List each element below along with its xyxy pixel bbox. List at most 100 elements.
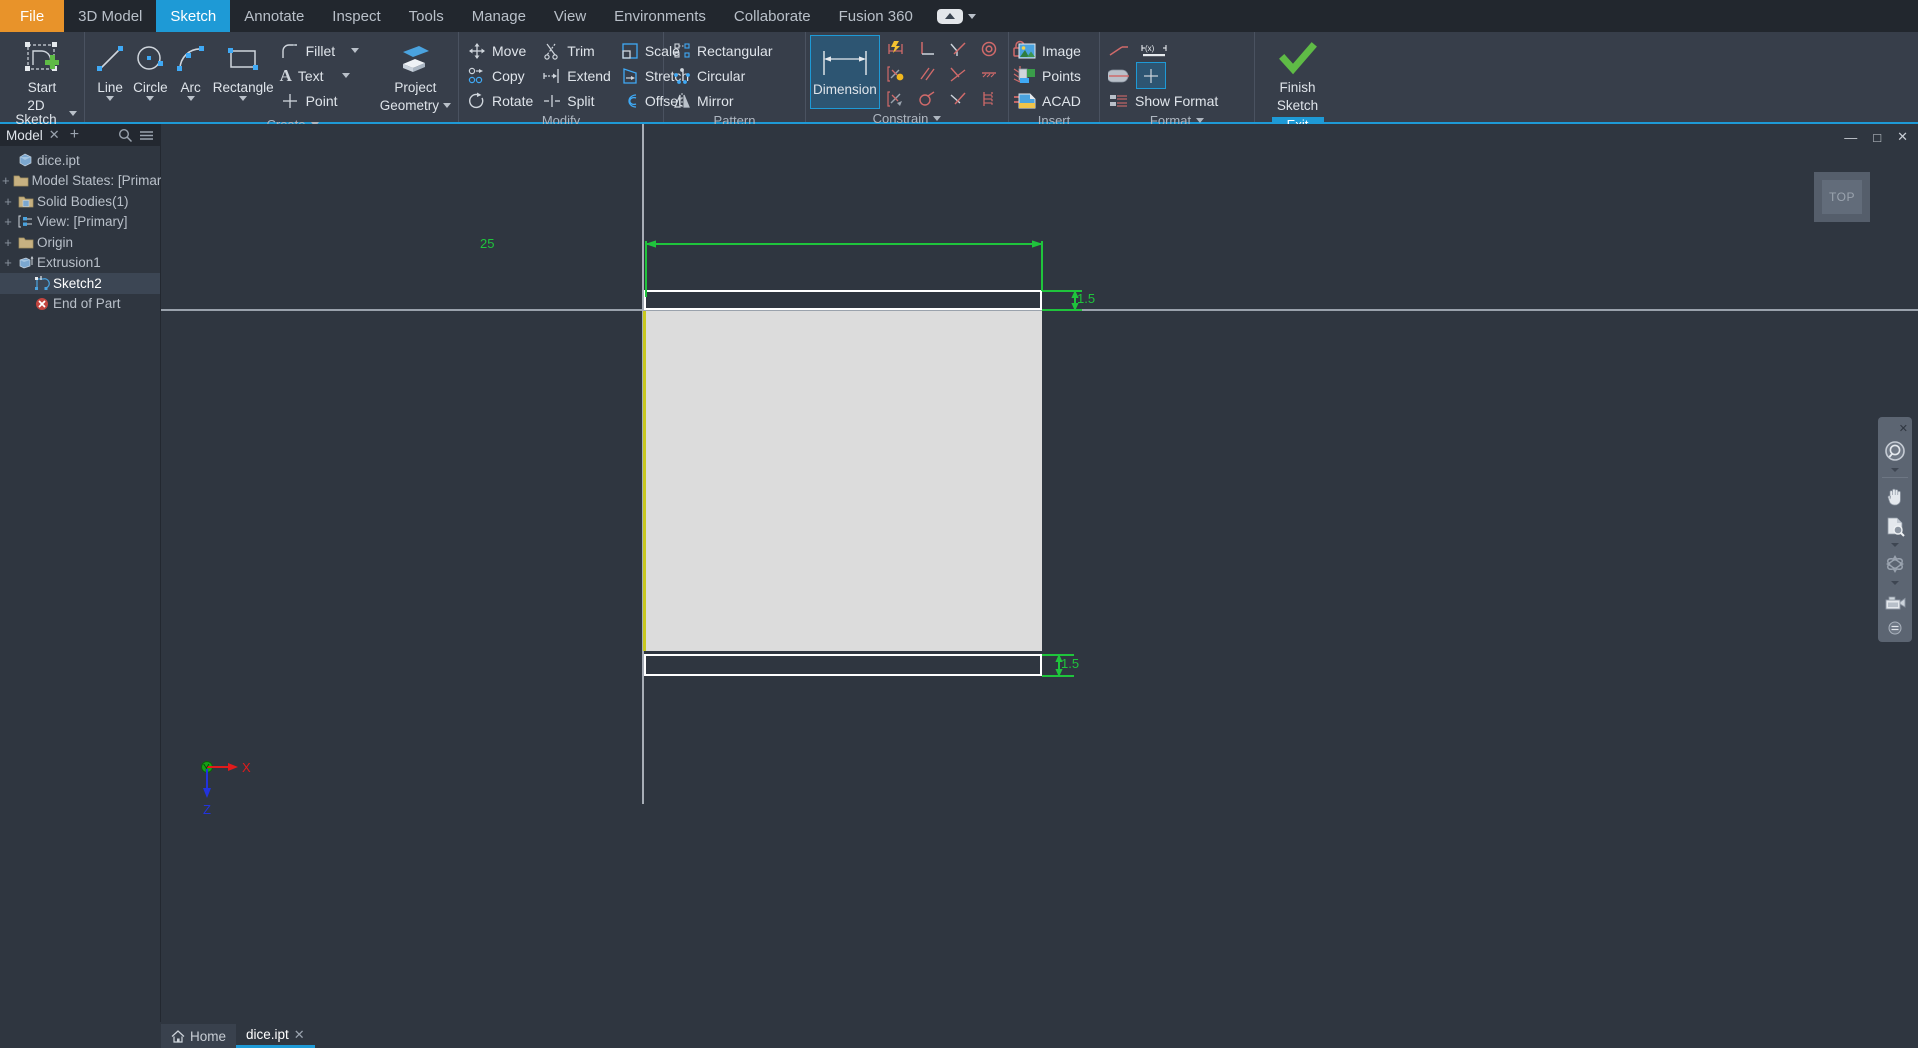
navbar-close-icon[interactable]: ✕ — [1899, 422, 1908, 435]
document-tab-home[interactable]: Home — [161, 1024, 237, 1048]
menu-item-collaborate[interactable]: Collaborate — [720, 0, 825, 32]
view-cube[interactable]: TOP — [1814, 172, 1870, 222]
trim-tool-button[interactable]: Trim — [539, 38, 617, 63]
chevron-down-icon[interactable] — [351, 48, 360, 53]
close-icon[interactable]: ✕ — [1893, 128, 1912, 146]
tree-item-model-states[interactable]: + Model States: [Primary] — [0, 171, 172, 192]
tangent-constraint-icon[interactable] — [944, 36, 972, 61]
arc-tool-button[interactable]: Arc — [171, 36, 211, 105]
menu-item-sketch[interactable]: Sketch — [156, 0, 231, 32]
fillet-tool-button[interactable]: Fillet — [276, 38, 366, 63]
camera-icon[interactable] — [1881, 588, 1909, 616]
tree-item-extrusion1[interactable]: + Extrusion1 — [0, 253, 160, 274]
equal-radius-icon[interactable] — [913, 86, 941, 111]
vertical-dimension-bottom-value[interactable]: 1.5 — [1061, 657, 1079, 671]
text-tool-button[interactable]: A Text — [276, 63, 366, 88]
concentric-constraint-icon[interactable] — [975, 36, 1003, 61]
dimension-tool-button[interactable]: Dimension — [810, 35, 880, 109]
constraint-settings-icon[interactable] — [882, 86, 910, 111]
chevron-down-icon[interactable] — [146, 95, 155, 101]
insert-acad-button[interactable]: ACAD — [1014, 88, 1087, 113]
driven-dimension-icon[interactable]: (x) — [1137, 38, 1173, 63]
sketch-rectangle-bottom[interactable] — [644, 654, 1042, 676]
zoom-window-icon[interactable] — [1881, 512, 1909, 540]
collinear-constraint-icon[interactable] — [975, 61, 1003, 86]
minimize-icon[interactable]: — — [1840, 129, 1861, 146]
close-icon[interactable]: ✕ — [294, 1027, 305, 1043]
menu-item-view[interactable]: View — [540, 0, 600, 32]
expander-plus-icon[interactable]: + — [2, 194, 14, 209]
expander-plus-icon[interactable]: + — [2, 255, 14, 270]
expander-plus-icon[interactable]: + — [2, 214, 14, 229]
insert-points-button[interactable]: Points — [1014, 63, 1087, 88]
expander-plus-icon[interactable]: + — [2, 173, 10, 188]
vertical-constraint-icon[interactable] — [944, 86, 972, 111]
menu-item-fusion-360[interactable]: Fusion 360 — [825, 0, 927, 32]
show-constraints-icon[interactable] — [882, 61, 910, 86]
split-tool-button[interactable]: Split — [539, 88, 617, 113]
tree-item-sketch2[interactable]: Sketch2 — [0, 273, 160, 294]
tree-item-origin[interactable]: + Origin — [0, 232, 160, 253]
rectangle-tool-button[interactable]: Rectangle — [211, 36, 276, 105]
chevron-down-icon[interactable] — [1891, 581, 1899, 585]
orbit-icon[interactable] — [1881, 550, 1909, 578]
chevron-down-icon[interactable] — [106, 95, 115, 101]
chevron-down-icon[interactable] — [186, 95, 195, 101]
tree-item-end-of-part[interactable]: End of Part — [0, 294, 160, 315]
show-format-button[interactable]: Show Format — [1105, 88, 1224, 113]
point-tool-button[interactable]: Point — [276, 88, 366, 113]
project-geometry-button[interactable]: Project Geometry — [378, 36, 453, 117]
zoom-icon[interactable] — [1881, 437, 1909, 465]
sketch-rectangle-top[interactable] — [644, 290, 1042, 310]
menu-item-inspect[interactable]: Inspect — [318, 0, 394, 32]
menu-item-3d-model[interactable]: 3D Model — [64, 0, 156, 32]
chevron-down-icon[interactable] — [443, 103, 452, 109]
menu-item-tools[interactable]: Tools — [395, 0, 458, 32]
chevron-down-icon[interactable] — [1891, 543, 1899, 547]
close-icon[interactable]: ✕ — [49, 127, 60, 143]
copy-tool-button[interactable]: Copy — [464, 63, 539, 88]
navbar-options-icon[interactable] — [1881, 618, 1909, 638]
circle-tool-button[interactable]: Circle — [130, 36, 170, 105]
expander-plus-icon[interactable]: + — [2, 235, 14, 250]
maximize-icon[interactable]: □ — [1869, 129, 1885, 146]
insert-image-button[interactable]: Image — [1014, 38, 1087, 63]
extend-tool-button[interactable]: Extend — [539, 63, 617, 88]
coincident-constraint-icon[interactable] — [944, 61, 972, 86]
rectangular-pattern-button[interactable]: Rectangular — [669, 38, 779, 63]
construction-line-format-icon[interactable] — [1105, 38, 1133, 63]
perpendicular-constraint-icon[interactable] — [913, 36, 941, 61]
dimension-line-horizontal[interactable] — [645, 243, 1043, 245]
model-browser-tab-label[interactable]: Model — [6, 128, 43, 143]
menu-item-environments[interactable]: Environments — [600, 0, 720, 32]
tree-item-part[interactable]: dice.ipt — [0, 150, 160, 171]
chevron-down-icon[interactable] — [1891, 468, 1899, 472]
add-tab-icon[interactable]: + — [70, 126, 79, 144]
mirror-tool-button[interactable]: Mirror — [669, 88, 779, 113]
parallel-constraint-icon[interactable] — [913, 61, 941, 86]
pan-icon[interactable] — [1881, 482, 1909, 510]
menu-item-file[interactable]: File — [0, 0, 65, 32]
document-tab-dice[interactable]: dice.ipt ✕ — [236, 1024, 315, 1048]
chevron-down-icon[interactable] — [69, 110, 77, 116]
chevron-down-icon[interactable] — [239, 95, 248, 101]
menu-item-annotate[interactable]: Annotate — [230, 0, 318, 32]
finish-sketch-button[interactable]: Finish Sketch — [1261, 36, 1335, 117]
line-tool-button[interactable]: Line — [90, 36, 130, 105]
chevron-down-icon[interactable] — [341, 73, 350, 78]
move-tool-button[interactable]: Move — [464, 38, 539, 63]
start-2d-sketch-button[interactable]: Start 2D Sketch — [5, 36, 79, 132]
horizontal-dimension-value[interactable]: 25 — [476, 236, 499, 251]
auto-dimension-icon[interactable] — [882, 36, 910, 61]
tree-item-view[interactable]: + View: [Primary] — [0, 212, 160, 233]
rotate-tool-button[interactable]: Rotate — [464, 88, 539, 113]
tree-item-solid-bodies[interactable]: + Solid Bodies(1) — [0, 191, 160, 212]
vertical-dimension-top-value[interactable]: 1.5 — [1077, 292, 1095, 306]
centerline-format-icon[interactable] — [1105, 63, 1133, 88]
ribbon-display-options[interactable] — [927, 0, 986, 32]
menu-item-manage[interactable]: Manage — [458, 0, 540, 32]
search-icon[interactable] — [118, 128, 133, 143]
center-point-format-icon[interactable] — [1136, 62, 1166, 89]
circular-pattern-button[interactable]: Circular — [669, 63, 779, 88]
view-cube-top-face-label[interactable]: TOP — [1822, 180, 1862, 214]
